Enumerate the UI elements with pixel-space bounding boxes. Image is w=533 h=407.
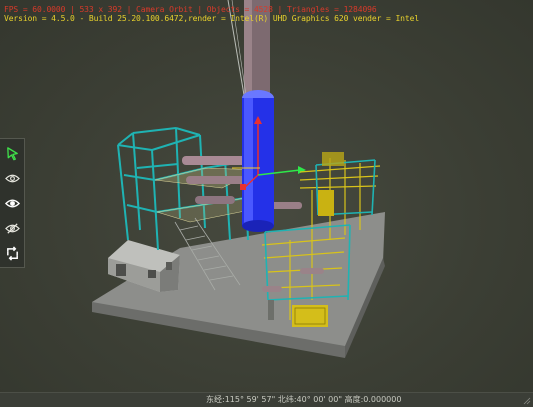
debug-fps-readout: FPS = 60.0000 | 533 x 392 | Camera Orbit…	[4, 5, 377, 14]
resize-grip-icon[interactable]	[522, 396, 531, 405]
eye-outline-icon	[5, 174, 20, 183]
show-all-tool-button[interactable]	[2, 193, 23, 214]
reset-tool-button[interactable]	[2, 243, 23, 264]
plant-model-scene[interactable]	[0, 0, 533, 392]
hide-tool-button[interactable]	[2, 218, 23, 239]
show-tool-button[interactable]	[2, 168, 23, 189]
steel-frame-left	[117, 127, 256, 251]
control-room-building	[108, 240, 180, 292]
geo-coordinates-readout: 东经:115° 59' 57" 北纬:40° 00' 00" 高度:0.0000…	[206, 395, 402, 404]
debug-version-readout: Version = 4.5.0 - Build 25.20.100.6472,r…	[4, 14, 420, 23]
eye-slash-icon	[5, 223, 20, 234]
eye-filled-icon	[5, 199, 20, 208]
3d-viewport[interactable]: FPS = 60.0000 | 533 x 392 | Camera Orbit…	[0, 0, 533, 392]
reset-rotate-icon	[7, 246, 18, 261]
status-bar: 东经:115° 59' 57" 北纬:40° 00' 00" 高度:0.0000…	[0, 392, 533, 407]
select-tool-button[interactable]	[2, 143, 23, 164]
view-toolbar	[0, 138, 25, 268]
cursor-arrow-icon	[7, 147, 18, 161]
